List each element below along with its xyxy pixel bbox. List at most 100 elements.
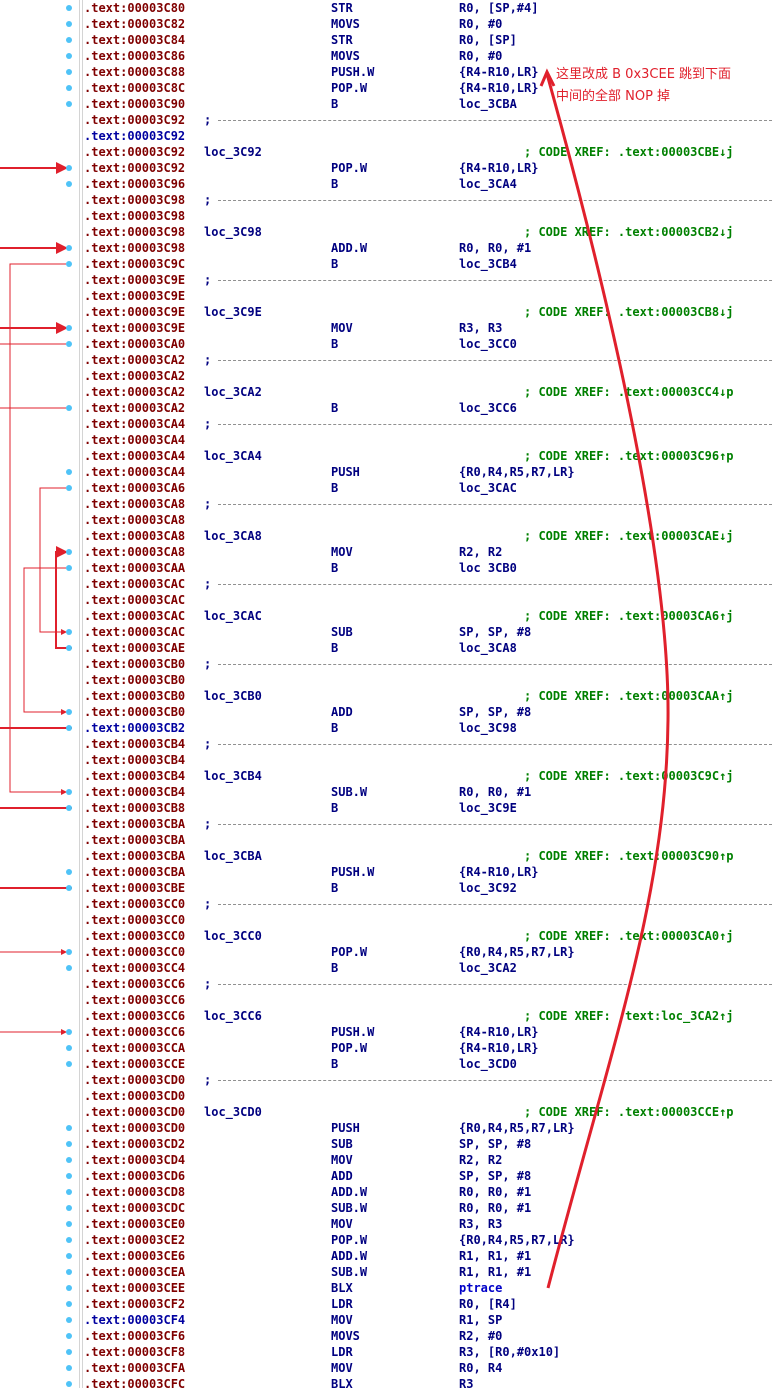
breakpoint-dot-icon[interactable]: [66, 85, 72, 91]
instruction-line[interactable]: .text:00003C98 ADD.W R0, R0, #1: [0, 240, 774, 256]
code-label[interactable]: loc_3CA4: [204, 448, 262, 464]
breakpoint-dot-icon[interactable]: [66, 341, 72, 347]
instruction-line[interactable]: .text:00003CD6 ADD SP, SP, #8: [0, 1168, 774, 1184]
blank-line[interactable]: .text:00003CAC: [0, 592, 774, 608]
blank-line[interactable]: .text:00003C98: [0, 208, 774, 224]
xref-comment[interactable]: ; CODE XREF: .text:00003C96↑p: [524, 448, 734, 464]
breakpoint-dot-icon[interactable]: [66, 1029, 72, 1035]
blank-line[interactable]: .text:00003CC6: [0, 992, 774, 1008]
instruction-line[interactable]: .text:00003CD0 PUSH {R0,R4,R5,R7,LR}: [0, 1120, 774, 1136]
xref-comment[interactable]: ; CODE XREF: .text:loc_3CA2↑j: [524, 1008, 734, 1024]
breakpoint-dot-icon[interactable]: [66, 181, 72, 187]
separator-line[interactable]: .text:00003CB0;: [0, 656, 774, 672]
label-line[interactable]: .text:00003CBA loc_3CBA ; CODE XREF: .text…: [0, 848, 774, 864]
operands[interactable]: loc_3CBA: [459, 96, 517, 112]
instruction-line[interactable]: .text:00003CD8 ADD.W R0, R0, #1: [0, 1184, 774, 1200]
breakpoint-dot-icon[interactable]: [66, 325, 72, 331]
label-line[interactable]: .text:00003CC0 loc_3CC0 ; CODE XREF: .text…: [0, 928, 774, 944]
separator-line[interactable]: .text:00003C98;: [0, 192, 774, 208]
breakpoint-dot-icon[interactable]: [66, 1221, 72, 1227]
blank-line[interactable]: .text:00003CC0: [0, 912, 774, 928]
instruction-line[interactable]: .text:00003CCA POP.W {R4-R10,LR}: [0, 1040, 774, 1056]
xref-comment[interactable]: ; CODE XREF: .text:00003CC4↓p: [524, 384, 734, 400]
code-label[interactable]: loc_3CBA: [204, 848, 262, 864]
operands[interactable]: loc_3C92: [459, 880, 517, 896]
breakpoint-dot-icon[interactable]: [66, 69, 72, 75]
blank-line[interactable]: .text:00003C9E: [0, 288, 774, 304]
breakpoint-dot-icon[interactable]: [66, 469, 72, 475]
instruction-line[interactable]: .text:00003CB0 ADD SP, SP, #8: [0, 704, 774, 720]
breakpoint-dot-icon[interactable]: [66, 629, 72, 635]
xref-comment[interactable]: ; CODE XREF: .text:00003C90↑p: [524, 848, 734, 864]
instruction-line[interactable]: .text:00003CAC SUB SP, SP, #8: [0, 624, 774, 640]
operands[interactable]: loc_3CAC: [459, 480, 517, 496]
instruction-line[interactable]: .text:00003C86 MOVS R0, #0: [0, 48, 774, 64]
instruction-line[interactable]: .text:00003CBA PUSH.W {R4-R10,LR}: [0, 864, 774, 880]
operands[interactable]: loc 3CB0: [459, 560, 517, 576]
breakpoint-dot-icon[interactable]: [66, 1365, 72, 1371]
instruction-line[interactable]: .text:00003CF6 MOVS R2, #0: [0, 1328, 774, 1344]
breakpoint-dot-icon[interactable]: [66, 1237, 72, 1243]
xref-comment[interactable]: ; CODE XREF: .text:00003CAE↓j: [524, 528, 734, 544]
breakpoint-dot-icon[interactable]: [66, 53, 72, 59]
breakpoint-dot-icon[interactable]: [66, 645, 72, 651]
breakpoint-dot-icon[interactable]: [66, 565, 72, 571]
blank-line[interactable]: .text:00003CA4: [0, 432, 774, 448]
operands[interactable]: loc_3CA2: [459, 960, 517, 976]
operands[interactable]: loc_3C98: [459, 720, 517, 736]
instruction-line[interactable]: .text:00003CBE Bloc_3C92: [0, 880, 774, 896]
breakpoint-dot-icon[interactable]: [66, 1301, 72, 1307]
code-label[interactable]: loc_3C9E: [204, 304, 262, 320]
instruction-line[interactable]: .text:00003CA6 Bloc_3CAC: [0, 480, 774, 496]
blank-line[interactable]: .text:00003CB4: [0, 752, 774, 768]
label-line[interactable]: .text:00003CA2 loc_3CA2 ; CODE XREF: .text…: [0, 384, 774, 400]
breakpoint-dot-icon[interactable]: [66, 1045, 72, 1051]
instruction-line[interactable]: .text:00003CA0 Bloc_3CC0: [0, 336, 774, 352]
breakpoint-dot-icon[interactable]: [66, 1333, 72, 1339]
label-line[interactable]: .text:00003C9E loc_3C9E ; CODE XREF: .text…: [0, 304, 774, 320]
separator-line[interactable]: .text:00003CA8;: [0, 496, 774, 512]
instruction-line[interactable]: .text:00003CC0 POP.W {R0,R4,R5,R7,LR}: [0, 944, 774, 960]
instruction-line[interactable]: .text:00003CF2 LDR R0, [R4]: [0, 1296, 774, 1312]
instruction-line[interactable]: .text:00003CE6 ADD.W R1, R1, #1: [0, 1248, 774, 1264]
operands[interactable]: loc_3CB4: [459, 256, 517, 272]
breakpoint-dot-icon[interactable]: [66, 1381, 72, 1387]
separator-line[interactable]: .text:00003CA2;: [0, 352, 774, 368]
instruction-line[interactable]: .text:00003CD4 MOV R2, R2: [0, 1152, 774, 1168]
xref-comment[interactable]: ; CODE XREF: .text:00003CBE↓j: [524, 144, 734, 160]
instruction-line[interactable]: .text:00003CB4 SUB.W R0, R0, #1: [0, 784, 774, 800]
instruction-line[interactable]: .text:00003CEE BLX ptrace: [0, 1280, 774, 1296]
breakpoint-dot-icon[interactable]: [66, 1253, 72, 1259]
instruction-line[interactable]: .text:00003CFA MOV R0, R4: [0, 1360, 774, 1376]
instruction-line[interactable]: .text:00003CB2 Bloc_3C98: [0, 720, 774, 736]
code-label[interactable]: loc_3CB0: [204, 688, 262, 704]
code-label[interactable]: loc_3CC0: [204, 928, 262, 944]
label-line[interactable]: .text:00003CD0 loc_3CD0 ; CODE XREF: .text…: [0, 1104, 774, 1120]
instruction-line[interactable]: .text:00003CCE Bloc_3CD0: [0, 1056, 774, 1072]
separator-line[interactable]: .text:00003CC6;: [0, 976, 774, 992]
blank-line[interactable]: .text:00003CB0: [0, 672, 774, 688]
instruction-line[interactable]: .text:00003CA8 MOV R2, R2: [0, 544, 774, 560]
blank-line[interactable]: .text:00003CA2: [0, 368, 774, 384]
breakpoint-dot-icon[interactable]: [66, 1317, 72, 1323]
label-line[interactable]: .text:00003C92 loc_3C92 ; CODE XREF: .text…: [0, 144, 774, 160]
operands[interactable]: loc_3C9E: [459, 800, 517, 816]
breakpoint-dot-icon[interactable]: [66, 885, 72, 891]
breakpoint-dot-icon[interactable]: [66, 405, 72, 411]
blank-line[interactable]: .text:00003CD0: [0, 1088, 774, 1104]
blank-line[interactable]: .text:00003CA8: [0, 512, 774, 528]
separator-line[interactable]: .text:00003CB4;: [0, 736, 774, 752]
code-label[interactable]: loc_3C92: [204, 144, 262, 160]
breakpoint-dot-icon[interactable]: [66, 949, 72, 955]
instruction-line[interactable]: .text:00003CC6 PUSH.W {R4-R10,LR}: [0, 1024, 774, 1040]
instruction-line[interactable]: .text:00003CC4 Bloc_3CA2: [0, 960, 774, 976]
breakpoint-dot-icon[interactable]: [66, 1349, 72, 1355]
operands[interactable]: loc_3CC6: [459, 400, 517, 416]
instruction-line[interactable]: .text:00003CFC BLX R3: [0, 1376, 774, 1392]
breakpoint-dot-icon[interactable]: [66, 549, 72, 555]
breakpoint-dot-icon[interactable]: [66, 965, 72, 971]
instruction-line[interactable]: .text:00003CDC SUB.W R0, R0, #1: [0, 1200, 774, 1216]
operands[interactable]: loc_3CA4: [459, 176, 517, 192]
instruction-line[interactable]: .text:00003C82 MOVS R0, #0: [0, 16, 774, 32]
breakpoint-dot-icon[interactable]: [66, 1061, 72, 1067]
